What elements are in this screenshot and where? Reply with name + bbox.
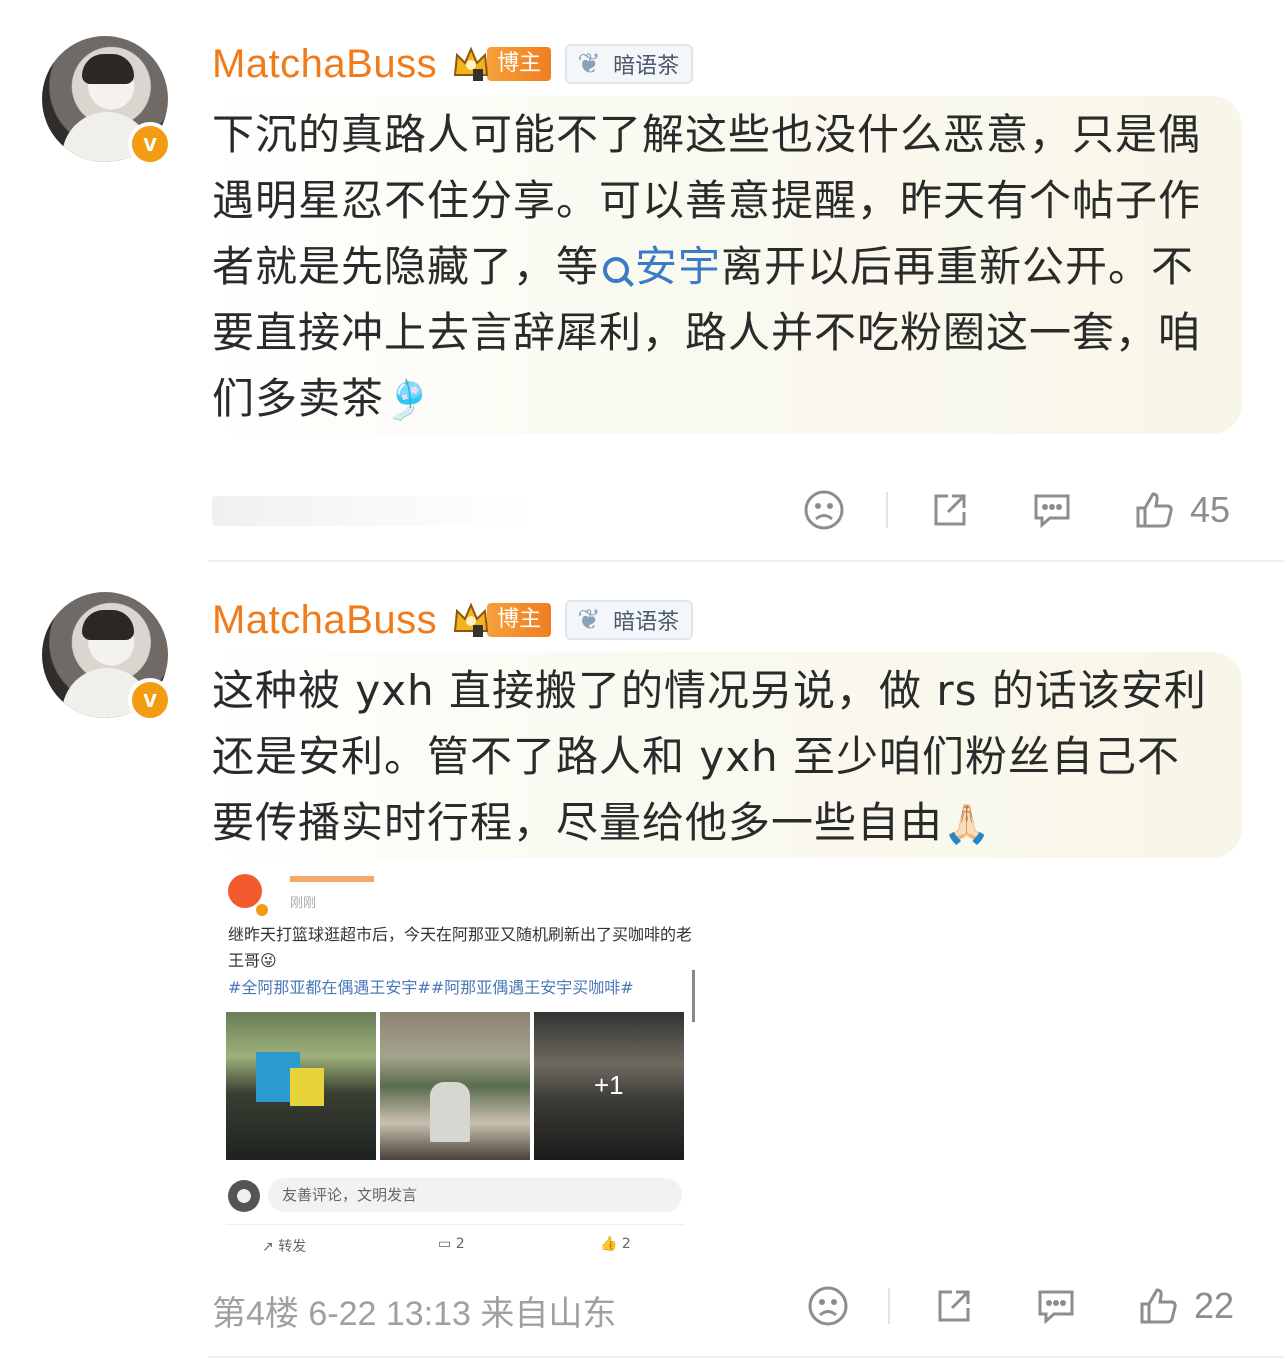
verified-v-icon: v xyxy=(128,678,172,722)
embedded-repost: ↗ 转发 xyxy=(262,1236,306,1252)
tea-badge[interactable]: ❦ 暗语茶 xyxy=(565,600,694,640)
embedded-avatar xyxy=(228,874,270,918)
tea-badge-icon: ❦ xyxy=(577,47,601,80)
tea-badge-label: 暗语茶 xyxy=(613,54,680,79)
host-badge: 博主 xyxy=(487,603,552,637)
embedded-commenter-avatar xyxy=(228,1180,260,1212)
share-icon xyxy=(938,1290,970,1322)
embedded-comment-count: 2 xyxy=(455,1236,465,1252)
action-divider xyxy=(888,1288,890,1324)
embedded-username-redacted xyxy=(290,876,374,882)
embedded-like-count: 2 xyxy=(621,1236,631,1252)
sad-face-icon xyxy=(808,1286,848,1326)
embedded-photo-3: +1 xyxy=(534,1012,684,1160)
more-photos-count: +1 xyxy=(594,1070,624,1100)
dislike-button[interactable] xyxy=(806,1276,850,1336)
embedded-post-body: 继昨天打篮球逛超市后，今天在阿那亚又随机刷新出了买咖啡的老王哥 xyxy=(228,925,693,970)
tea-badge[interactable]: ❦ 暗语茶 xyxy=(565,44,694,84)
comment-header: MatchaBuss 博主 ❦ 暗语茶 xyxy=(212,36,694,92)
tea-badge-label: 暗语茶 xyxy=(613,610,680,635)
topic-link[interactable]: 安宇 xyxy=(599,242,721,291)
verified-v-icon: v xyxy=(128,122,172,166)
host-badge: 博主 xyxy=(487,47,552,81)
like-count: 45 xyxy=(1190,489,1231,530)
thumbs-up-icon xyxy=(1140,1288,1177,1324)
username[interactable]: MatchaBuss xyxy=(212,598,437,643)
embedded-comments: ▭ 2 xyxy=(438,1236,465,1252)
tea-badge-icon: ❦ xyxy=(577,603,601,636)
embedded-divider xyxy=(226,1224,684,1225)
action-divider xyxy=(886,492,888,528)
username[interactable]: MatchaBuss xyxy=(212,42,437,87)
share-icon xyxy=(934,494,966,526)
embedded-hashtags: #全阿那亚都在偶遇王安宇##阿那亚偶遇王安宇买咖啡# xyxy=(228,978,634,997)
like-button[interactable]: 45 xyxy=(1132,480,1230,540)
attached-screenshot[interactable]: 刚刚 继昨天打篮球逛超市后，今天在阿那亚又随机刷新出了买咖啡的老王哥😜 #全阿那… xyxy=(212,866,702,1252)
folded-hands-emoji-icon: 🙏🏻 xyxy=(943,802,992,846)
embedded-photo-1 xyxy=(226,1012,376,1160)
share-button[interactable] xyxy=(928,480,972,540)
embedded-post-text: 继昨天打篮球逛超市后，今天在阿那亚又随机刷新出了买咖啡的老王哥😜 xyxy=(228,922,698,974)
comment-divider xyxy=(208,1356,1284,1358)
embedded-repost-label: 转发 xyxy=(278,1239,307,1252)
comment-icon xyxy=(1034,494,1070,529)
comment-text: 这种被 yxh 直接搬了的情况另说，做 rs 的话该安利还是安利。管不了路人和 … xyxy=(202,652,1242,858)
embedded-timestamp: 刚刚 xyxy=(290,896,317,911)
dislike-button[interactable] xyxy=(802,480,846,540)
comment-text-body: 这种被 yxh 直接搬了的情况另说，做 rs 的话该安利还是安利。管不了路人和 … xyxy=(212,666,1207,847)
comment-button[interactable] xyxy=(1030,480,1074,540)
wink-emoji-icon: 😜 xyxy=(260,951,277,970)
topic-link-label: 安宇 xyxy=(635,242,722,291)
comment-icon xyxy=(1038,1290,1074,1325)
embedded-comment-input: 友善评论，文明发言 xyxy=(268,1178,682,1212)
avatar-hair xyxy=(82,54,134,84)
embedded-likes: 👍 2 xyxy=(600,1236,631,1252)
like-count: 22 xyxy=(1194,1285,1235,1326)
crown-icon xyxy=(451,601,491,639)
comment-header: MatchaBuss 博主 ❦ 暗语茶 xyxy=(212,592,694,648)
search-icon xyxy=(603,257,630,283)
comment-text: 下沉的真路人可能不了解这些也没什么恶意，只是偶遇明星忍不住分享。可以善意提醒，昨… xyxy=(202,96,1242,434)
share-button[interactable] xyxy=(932,1276,976,1336)
embedded-scroll-indicator xyxy=(692,970,695,1022)
action-bar: 22 xyxy=(0,1276,1284,1336)
embedded-photo-2 xyxy=(380,1012,530,1160)
comment-button[interactable] xyxy=(1034,1276,1078,1336)
sad-face-icon xyxy=(804,490,844,530)
like-button[interactable]: 22 xyxy=(1136,1276,1234,1336)
crown-icon xyxy=(451,45,491,83)
comment-divider xyxy=(208,560,1284,562)
action-bar: 45 xyxy=(0,480,1284,540)
wind-chime-emoji-icon: 🎐 xyxy=(384,378,433,422)
avatar-hair xyxy=(82,610,134,640)
thumbs-up-icon xyxy=(1136,492,1173,528)
